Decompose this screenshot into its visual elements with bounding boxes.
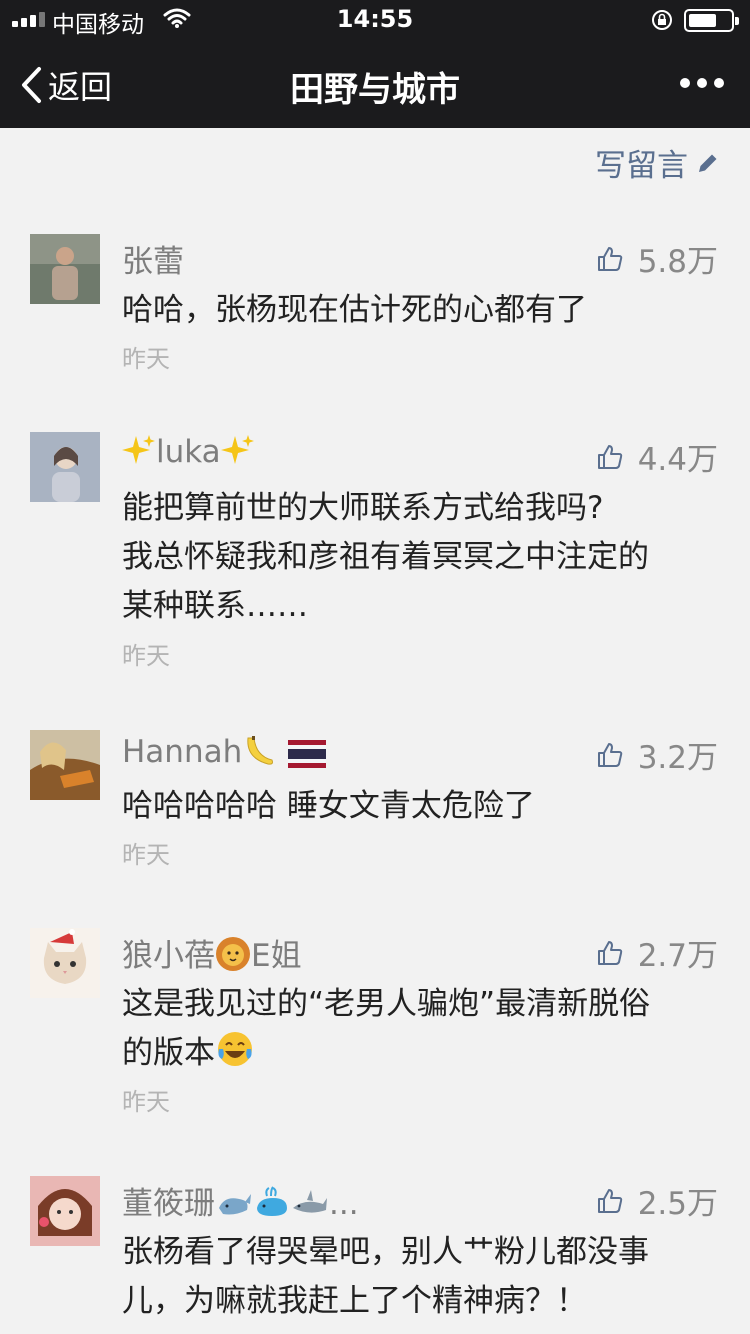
comment-line: 这是我见过的“老男人骗炮”最清新脱俗: [122, 986, 651, 1022]
avatar[interactable]: [30, 1176, 100, 1246]
thumbs-up-icon: [597, 444, 622, 469]
like-count: 4.4万: [637, 442, 718, 478]
like-button[interactable]: 2.7万: [596, 930, 718, 975]
lion-icon: [215, 936, 251, 980]
status-bar: 中国移动 14:55: [0, 0, 750, 40]
page-title: 田野与城市: [290, 70, 460, 110]
sparkles-icon: [220, 434, 255, 476]
avatar[interactable]: [30, 730, 100, 800]
comment-line: 我总怀疑我和彦祖有着冥冥之中注定的: [122, 539, 649, 575]
comment-line: 能把算前世的大师联系方式给我吗?: [122, 490, 604, 526]
comment-nickname-text: Hannah: [122, 734, 243, 770]
whale-icon: [215, 1186, 253, 1228]
banana-icon: [242, 732, 278, 776]
comment-time: 昨天: [122, 841, 170, 869]
battery-icon: [684, 9, 739, 32]
comment-text: 哈哈，张杨现在估计死的心都有了: [122, 286, 722, 335]
comment-nickname-text: 董筱珊: [122, 1186, 215, 1222]
like-count: 5.8万: [637, 244, 718, 280]
comment-time: 昨天: [122, 1088, 170, 1116]
navigation-bar: 返回 田野与城市: [0, 40, 750, 128]
like-button[interactable]: 3.2万: [596, 732, 718, 777]
comment-text: 这是我见过的“老男人骗炮”最清新脱俗 的版本: [122, 980, 722, 1084]
comment-nickname[interactable]: 狼小蓓 E姐: [122, 930, 302, 980]
comment-text: 张杨看了得哭晕吧，别人艹粉儿都没事 儿，为嘛就我赶上了个精神病？！: [122, 1228, 722, 1326]
comment-nickname-text: 狼小蓓: [122, 938, 215, 974]
spouting-whale-icon: [253, 1186, 291, 1228]
comment-nickname-text: luka: [156, 434, 221, 470]
write-comment-button[interactable]: 写留言: [595, 140, 720, 185]
like-count: 2.7万: [637, 938, 718, 974]
comment-nickname-ellipsis: ...: [329, 1186, 359, 1222]
comment-line: 儿，为嘛就我赶上了个精神病？！: [122, 1283, 587, 1319]
like-count: 2.5万: [637, 1186, 718, 1222]
more-options-icon[interactable]: [680, 78, 724, 88]
like-button[interactable]: 4.4万: [596, 434, 718, 479]
thailand-flag-icon: [288, 740, 327, 776]
shark-icon: [291, 1186, 329, 1228]
rotation-lock-icon: [650, 8, 674, 38]
tears-of-joy-icon: [215, 1029, 255, 1084]
thumbs-up-icon: [597, 1188, 622, 1213]
comment-nickname[interactable]: Hannah: [122, 732, 327, 776]
comment-nickname[interactable]: 张蕾: [122, 236, 184, 281]
comment-line: 哈哈，张杨现在估计死的心都有了: [122, 292, 587, 328]
status-time: 14:55: [336, 5, 414, 33]
comment-nickname-text: E姐: [251, 938, 302, 974]
comment-text: 哈哈哈哈哈 睡女文青太危险了: [122, 782, 722, 831]
write-comment-label: 写留言: [595, 148, 688, 184]
like-button[interactable]: 5.8万: [596, 236, 718, 281]
thumbs-up-icon: [597, 940, 622, 965]
comment-line: 哈哈哈哈哈 睡女文青太危险了: [122, 788, 535, 824]
sparkles-icon: [122, 434, 156, 476]
comment-line: 某种联系……: [122, 588, 308, 624]
comment-text: 能把算前世的大师联系方式给我吗? 我总怀疑我和彦祖有着冥冥之中注定的 某种联系……: [122, 484, 722, 631]
comment-time: 昨天: [122, 345, 170, 373]
like-button[interactable]: 2.5万: [596, 1178, 718, 1223]
avatar[interactable]: [30, 234, 100, 304]
comment-nickname[interactable]: luka: [122, 434, 255, 476]
comment-line: 张杨看了得哭晕吧，别人艹粉儿都没事: [122, 1234, 649, 1270]
avatar[interactable]: [30, 432, 100, 502]
comment-time: 昨天: [122, 642, 170, 670]
pencil-icon: [699, 154, 717, 172]
avatar[interactable]: [30, 928, 100, 998]
like-count: 3.2万: [637, 740, 718, 776]
comment-nickname[interactable]: 董筱珊 ...: [122, 1178, 359, 1228]
thumbs-up-icon: [597, 742, 622, 767]
comment-line-text: 的版本: [122, 1035, 215, 1071]
thumbs-up-icon: [597, 246, 622, 271]
comment-line: 的版本: [122, 1029, 722, 1084]
